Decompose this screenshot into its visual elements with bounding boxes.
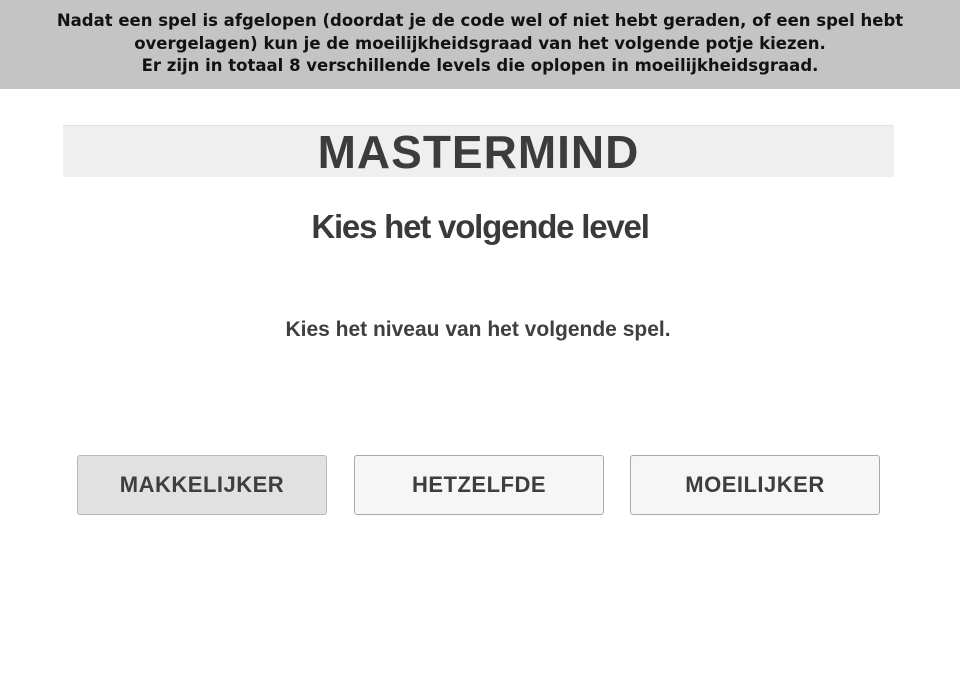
caption-line-1: Nadat een spel is afgelopen (doordat je … [56,11,904,30]
harder-level-button[interactable]: MOEILIJKER [630,455,880,515]
app-title: MASTERMIND [317,126,640,178]
same-level-button[interactable]: HETZELFDE [354,455,604,515]
app-header: MASTERMIND [63,125,894,178]
instruction-text: Kies het niveau van het volgende spel. [285,318,671,341]
screen-heading: Kies het volgende level [311,208,650,245]
easier-level-button[interactable]: MAKKELIJKER [77,455,327,515]
caption-line-3: Er zijn in totaal 8 verschillende levels… [141,56,819,75]
caption-line-2: overgelagen) kun je de moeilijkheidsgraa… [134,33,826,53]
caption-banner: Nadat een spel is afgelopen (doordat je … [0,0,960,89]
